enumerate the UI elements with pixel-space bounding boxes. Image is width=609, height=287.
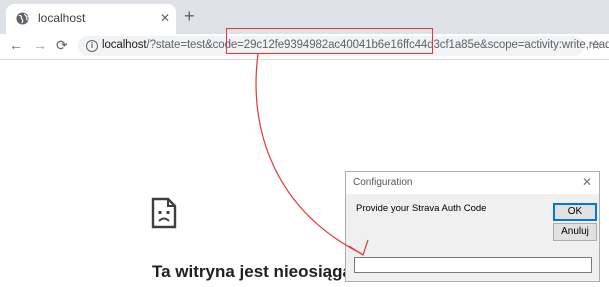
ok-button[interactable]: OK [553,203,597,221]
browser-tab[interactable]: localhost ✕ [6,4,176,34]
info-icon[interactable]: i [86,40,98,52]
tab-title: localhost [38,11,86,25]
dialog-prompt: Provide your Strava Auth Code [356,203,487,214]
close-icon[interactable]: ✕ [582,175,592,189]
bookmark-star-icon[interactable]: ☆ [590,37,602,53]
globe-icon [16,12,29,25]
new-tab-icon[interactable]: + [184,7,195,25]
dialog-titlebar[interactable]: Configuration ✕ [346,172,599,194]
auth-code-highlight [226,28,433,54]
cancel-button[interactable]: Anuluj [553,223,597,241]
sad-document-icon [151,197,177,229]
back-arrow-icon[interactable]: ← [9,37,23,53]
auth-code-input[interactable] [354,257,592,273]
forward-arrow-icon[interactable]: → [33,37,47,53]
close-tab-icon[interactable]: ✕ [160,11,170,25]
error-title: Ta witryna jest nieosiągalna [152,262,377,281]
configuration-dialog: Configuration ✕ Provide your Strava Auth… [345,171,600,282]
reload-icon[interactable]: ⟳ [56,37,68,53]
dialog-title: Configuration [353,177,413,188]
url-host: localhost [102,39,147,51]
